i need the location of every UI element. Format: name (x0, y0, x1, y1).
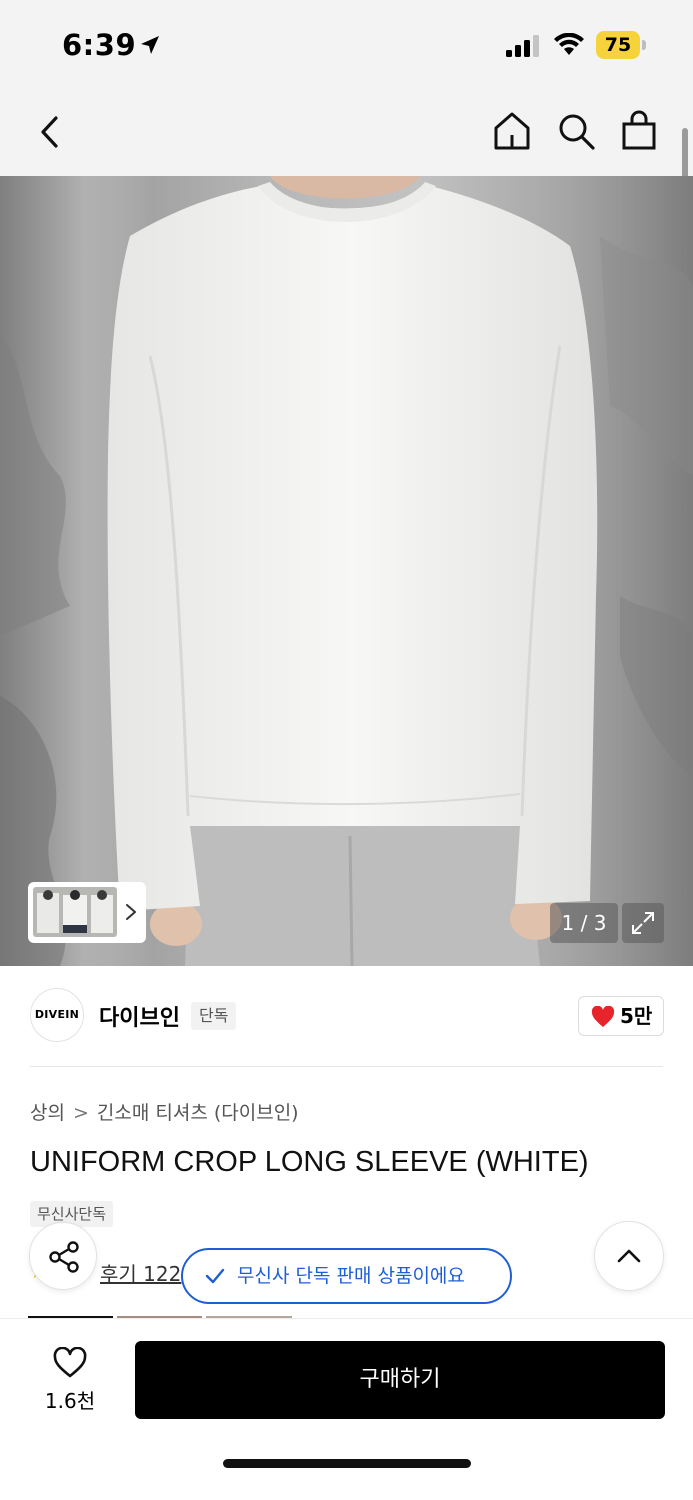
wishlist-count: 1.6천 (44, 1389, 96, 1413)
expand-button[interactable] (622, 903, 664, 943)
check-icon (205, 1268, 225, 1284)
breadcrumb-item-category[interactable]: 상의 (30, 1098, 65, 1125)
battery-percentage: 75 (604, 34, 632, 56)
product-photo (0, 176, 693, 966)
image-page-counter: 1 / 3 (550, 903, 618, 943)
chevron-up-icon (617, 1249, 641, 1263)
status-bar: 6:39 75 (0, 0, 693, 92)
share-icon (49, 1241, 79, 1273)
status-time: 6:39 (62, 28, 137, 62)
shopping-bag-icon[interactable] (618, 108, 660, 152)
image-thumbnail-strip[interactable] (28, 882, 146, 943)
chevron-right-icon[interactable] (124, 902, 138, 922)
divider (30, 1066, 663, 1067)
breadcrumb-separator: > (72, 1102, 89, 1124)
exclusive-badge: 단독 (191, 1002, 237, 1030)
navigation-bar (0, 92, 693, 176)
product-title: UNIFORM CROP LONG SLEEVE (WHITE) (30, 1146, 589, 1178)
home-icon[interactable] (491, 110, 533, 152)
scroll-to-top-button[interactable] (594, 1221, 664, 1291)
brand-name[interactable]: 다이브인 (99, 1000, 180, 1032)
breadcrumb: 상의 > 긴소매 티셔츠 (다이브인) (30, 1098, 299, 1125)
expand-icon (632, 912, 654, 934)
share-button[interactable] (29, 1222, 97, 1290)
brand-like-count: 5만 (620, 1004, 653, 1028)
toast-text: 무신사 단독 판매 상품이에요 (237, 1265, 465, 1287)
heart-outline-icon[interactable] (52, 1347, 88, 1379)
bottom-purchase-bar: 1.6천 구매하기 (0, 1318, 693, 1500)
back-chevron-icon[interactable] (34, 112, 66, 152)
cellular-signal-icon (506, 35, 539, 57)
brand-like-button[interactable]: 5만 (578, 996, 664, 1036)
review-link[interactable]: 후기 122 (100, 1258, 181, 1287)
product-image-gallery[interactable]: 1 / 3 (0, 176, 693, 966)
buy-button[interactable]: 구매하기 (135, 1341, 665, 1419)
home-indicator (223, 1459, 471, 1468)
wifi-icon (554, 33, 584, 55)
location-arrow-icon (141, 36, 159, 54)
brand-logo[interactable]: DIVEIN (30, 988, 84, 1042)
thumbnail-image[interactable] (33, 887, 117, 937)
heart-filled-icon (591, 1006, 615, 1027)
search-icon[interactable] (555, 110, 597, 152)
breadcrumb-item-subcategory[interactable]: 긴소매 티셔츠 (다이브인) (97, 1098, 299, 1125)
battery-tip (642, 40, 646, 50)
exclusive-toast: 무신사 단독 판매 상품이에요 (181, 1248, 512, 1304)
battery-icon: 75 (596, 31, 646, 59)
